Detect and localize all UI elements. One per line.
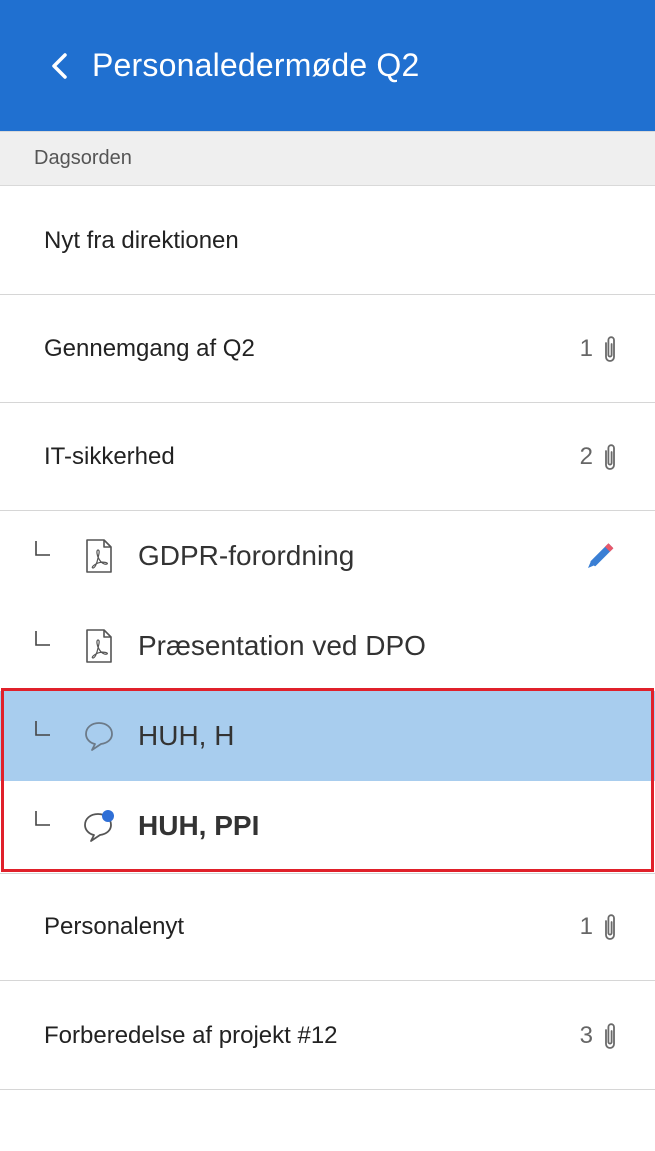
comment-icon bbox=[85, 722, 113, 751]
paperclip-icon bbox=[605, 335, 615, 362]
chevron-left-icon bbox=[52, 52, 67, 79]
sub-item-huh-h[interactable]: HUH, H bbox=[0, 691, 655, 781]
agenda-item-it-sikkerhed[interactable]: IT-sikkerhed 2 bbox=[0, 403, 655, 511]
paperclip-icon bbox=[605, 914, 615, 940]
app-header: Personaledermøde Q2 bbox=[0, 0, 655, 131]
tree-elbow-icon bbox=[35, 811, 50, 826]
sub-item-label: Præsentation ved DPO bbox=[138, 630, 426, 661]
pencil-icon[interactable] bbox=[583, 539, 617, 573]
agenda-item-forberedelse-af-projekt-12[interactable]: Forberedelse af projekt #12 3 bbox=[0, 982, 655, 1090]
pdf-icon bbox=[86, 539, 112, 573]
tree-elbow-icon bbox=[35, 631, 50, 646]
attachment-count: 1 bbox=[579, 334, 593, 362]
agenda-item-nyt-fra-direktionen[interactable]: Nyt fra direktionen bbox=[0, 187, 655, 295]
paperclip-icon bbox=[605, 1022, 615, 1049]
sub-item-praesentation-ved-dpo[interactable]: Præsentation ved DPO bbox=[0, 601, 655, 691]
agenda-item-label: Personalenyt bbox=[44, 913, 185, 940]
paperclip-icon bbox=[605, 443, 615, 470]
attachment-count: 1 bbox=[579, 913, 593, 940]
attachment-count: 2 bbox=[579, 442, 593, 470]
agenda-item-gennemgang-af-q2[interactable]: Gennemgang af Q2 1 bbox=[0, 295, 655, 403]
tree-elbow-icon bbox=[35, 721, 50, 736]
attachment-count: 3 bbox=[579, 1021, 593, 1049]
section-header-agenda: Dagsorden bbox=[0, 131, 655, 186]
comment-unread-icon bbox=[84, 810, 114, 842]
pdf-icon bbox=[86, 629, 112, 663]
back-button[interactable] bbox=[40, 46, 80, 86]
agenda-item-label: Nyt fra direktionen bbox=[44, 226, 239, 254]
agenda-item-personalenyt[interactable]: Personalenyt 1 bbox=[0, 873, 655, 981]
page-title: Personaledermøde Q2 bbox=[92, 47, 420, 83]
agenda-item-label: Gennemgang af Q2 bbox=[44, 334, 255, 362]
agenda-item-label: Forberedelse af projekt #12 bbox=[44, 1021, 338, 1049]
tree-elbow-icon bbox=[35, 541, 50, 556]
sub-item-label: HUH, PPI bbox=[138, 810, 260, 841]
sub-item-gdpr-forordning[interactable]: GDPR-forordning bbox=[0, 511, 655, 601]
sub-item-huh-ppi[interactable]: HUH, PPI bbox=[0, 781, 655, 871]
sub-item-label: HUH, H bbox=[138, 720, 235, 751]
sub-item-label: GDPR-forordning bbox=[138, 540, 355, 571]
agenda-item-label: IT-sikkerhed bbox=[44, 442, 175, 470]
